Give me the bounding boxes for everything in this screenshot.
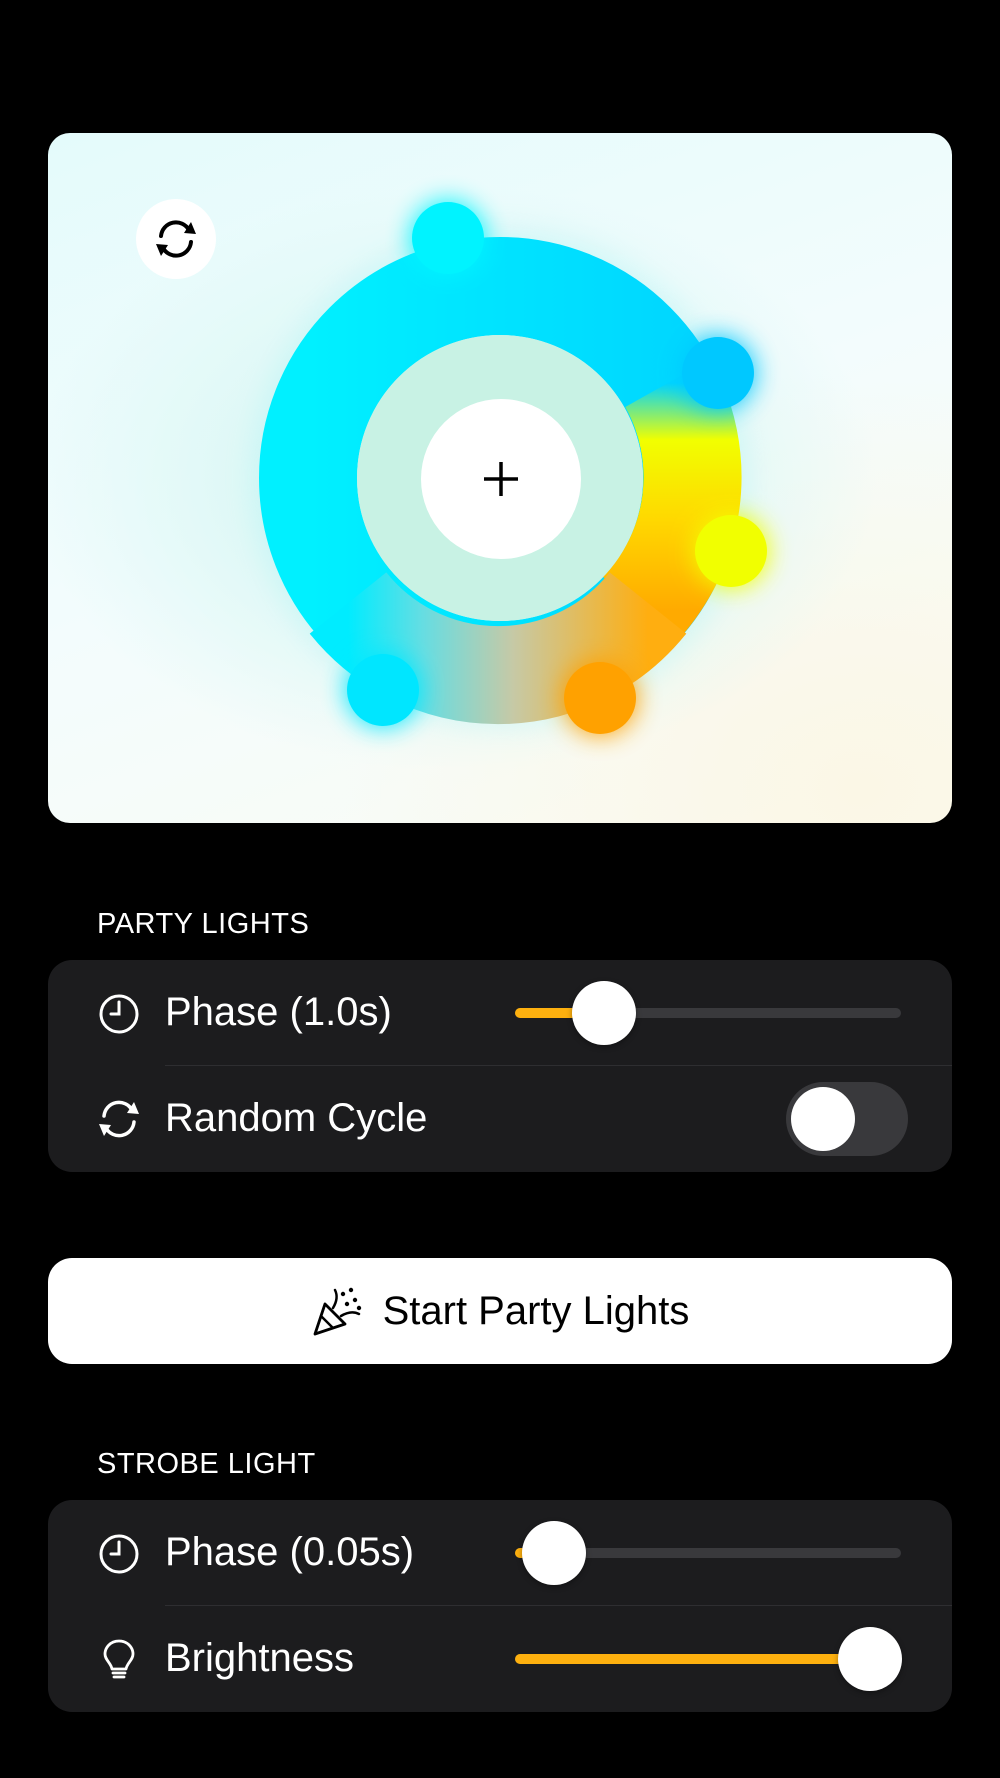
strobe-phase-slider[interactable] [515,1521,901,1585]
strobe-light-group: Phase (0.05s) Brightness [48,1500,952,1712]
arrow-cycle-icon [99,1100,139,1138]
brightness-row: Brightness [48,1606,952,1712]
brightness-label: Brightness [165,1636,354,1680]
party-lights-header: PARTY LIGHTS [97,908,310,940]
color-handle-2[interactable] [682,337,754,409]
brightness-slider[interactable] [515,1627,902,1691]
color-handle-3[interactable] [695,515,767,587]
wheel-segment-yellow [602,359,742,646]
toggle-knob [791,1087,855,1151]
party-lights-group: Phase (1.0s) Random Cycle [48,960,952,1172]
slider-thumb[interactable] [572,981,636,1045]
random-cycle-label: Random Cycle [165,1096,428,1140]
color-handle-5[interactable] [347,654,419,726]
party-phase-label: Phase (1.0s) [165,990,392,1034]
party-phase-slider[interactable] [515,981,901,1045]
clock-icon [99,994,139,1034]
color-handle-4[interactable] [564,662,636,734]
slider-thumb[interactable] [838,1627,902,1691]
party-popper-icon [313,1287,361,1336]
slider-thumb[interactable] [522,1521,586,1585]
strobe-light-header: STROBE LIGHT [97,1448,316,1480]
random-cycle-row: Random Cycle [48,1066,952,1172]
strobe-phase-row: Phase (0.05s) [48,1500,952,1606]
cycle-colors-button[interactable] [136,199,216,279]
arrow-cycle-icon [156,220,196,258]
color-wheel-card [48,133,952,823]
random-cycle-toggle[interactable] [786,1082,908,1156]
party-phase-row: Phase (1.0s) [48,960,952,1066]
clock-icon [99,1534,139,1574]
strobe-phase-label: Phase (0.05s) [165,1530,415,1574]
slider-fill [515,1654,870,1664]
start-party-lights-label: Start Party Lights [382,1288,690,1333]
start-party-lights-button[interactable]: Start Party Lights [48,1258,952,1364]
lightbulb-icon [103,1639,135,1679]
add-color-button[interactable] [421,399,581,559]
color-handle-1[interactable] [412,202,484,274]
plus-icon [484,462,518,496]
